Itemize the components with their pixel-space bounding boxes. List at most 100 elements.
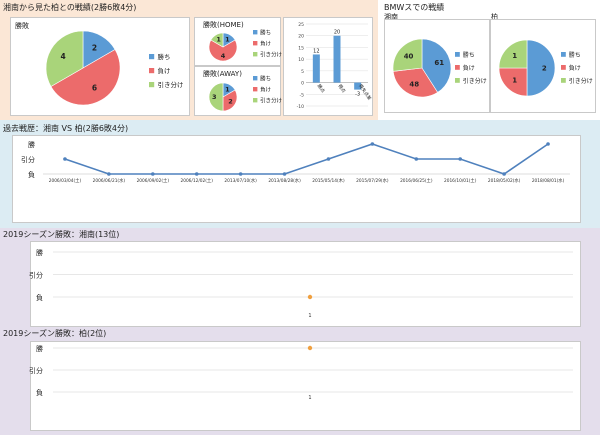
x-tick-label: 2006/03/04(土): [49, 177, 82, 184]
history-point: [282, 172, 287, 176]
x-tick-label: 2013/08/28(水): [268, 177, 301, 184]
bar: [333, 35, 341, 83]
y-level-label: 勝: [28, 140, 35, 149]
bmws-shonan-pie-chart: 61 48 40 勝ち負け引き分け: [392, 38, 487, 98]
season-shonan-title: 2019シーズン勝敗：湘南(13位): [3, 230, 120, 239]
legend-swatch-loss: [253, 41, 258, 46]
history-point: [546, 142, 550, 146]
legend-label-draw: 引き分け: [260, 96, 283, 104]
legend-swatch-loss: [149, 68, 155, 74]
legend-label-draw: 引き分け: [569, 77, 593, 85]
y-level-label: 引分: [21, 155, 35, 164]
legend-label-draw: 引き分け: [157, 80, 183, 89]
legend-swatch-loss: [253, 87, 258, 92]
away-pie-chart: 1 2 3 勝ち負け引き分け: [208, 74, 283, 112]
bmws-kashiwa-box: 2 1 1 勝ち 負け 引き分け: [490, 19, 596, 113]
y-tick-label: 10: [298, 57, 304, 63]
x-tick-label: 2006/06/21(水): [93, 177, 126, 184]
legend-swatch-draw: [253, 98, 258, 103]
pie-data-label: 48: [409, 81, 419, 89]
y-tick-label: 0: [301, 81, 304, 87]
season-kashiwa-box: 勝引分負 1: [29, 341, 581, 431]
legend-swatch-win: [253, 30, 258, 35]
legend-swatch-draw: [455, 78, 460, 83]
y-tick-label: 5: [301, 69, 304, 75]
legend-label-win: 勝ち: [463, 51, 475, 59]
y-level-label: 負: [36, 293, 43, 302]
history-point: [502, 172, 506, 176]
home-pie-box: 勝敗(HOME) 1 4 1 勝ち 負け 引き分け: [194, 17, 283, 66]
x-category-label: 得点: [336, 83, 347, 95]
top-left-title: 湘南から見た柏との戦績(2勝6敗4分): [3, 3, 137, 12]
pie-data-label: 6: [92, 83, 97, 92]
legend-label-win: 勝ち: [569, 51, 581, 59]
top-left-panel: 湘南から見た柏との戦績(2勝6敗4分) 勝敗 2 6 4 勝ち 負け 引き分け 勝敗(HO…: [0, 0, 378, 120]
bar-data-label: -3: [355, 92, 360, 98]
pie-data-label: 2: [542, 64, 547, 72]
history-point: [63, 157, 67, 161]
x-tick-label: 2018/05/02(水): [488, 177, 521, 184]
history-title: 過去戦歴：湘南 VS 柏(2勝6敗4分): [3, 124, 129, 133]
bar: [312, 54, 320, 83]
season-shonan-chart: 勝引分負 1: [29, 248, 573, 319]
legend-swatch-draw: [561, 78, 566, 83]
goals-bar-chart: -10-5051015202512勝点20得点-3得失点差: [297, 22, 374, 110]
pie-data-label: 3: [212, 93, 217, 101]
pie-data-label: 4: [221, 52, 226, 60]
season-point: [307, 294, 313, 300]
x-tick-label: 2018/08/01(水): [532, 177, 565, 184]
history-point: [107, 172, 111, 176]
history-point: [238, 172, 243, 176]
x-tick-label: 2015/07/29(水): [356, 177, 389, 184]
legend-swatch-loss: [455, 65, 460, 70]
y-tick-label: -5: [300, 92, 305, 98]
legend-label-win: 勝ち: [260, 74, 271, 82]
y-tick-label: 20: [298, 34, 304, 40]
bmws-kashiwa-pie-chart: 2 1 1 勝ち負け引き分け: [498, 39, 593, 97]
pie-data-label: 1: [225, 86, 230, 94]
pie-data-label: 2: [228, 97, 233, 105]
y-level-label: 勝: [36, 248, 43, 257]
season-kashiwa-title: 2019シーズン勝敗：柏(2位): [3, 329, 107, 338]
y-level-label: 引分: [29, 366, 43, 375]
legend-label-loss: 負け: [260, 39, 272, 47]
pie-data-label: 1: [512, 52, 517, 60]
history-chart-box: 勝引分負 2006/03/04(土) 2006/06/21(水) 2006/09/02…: [12, 135, 581, 223]
history-point: [458, 157, 463, 161]
y-level-label: 負: [28, 170, 35, 179]
bmws-shonan-box: 61 48 40 勝ち 負け 引き分け: [384, 19, 490, 113]
y-level-label: 勝: [36, 344, 43, 353]
pie-data-label: 1: [512, 77, 517, 85]
legend-label-draw: 引き分け: [463, 77, 487, 85]
legend-swatch-win: [253, 76, 258, 81]
legend-swatch-loss: [561, 65, 566, 70]
x-tick-label: 1: [308, 313, 311, 319]
x-tick-label: 1: [308, 395, 311, 401]
x-tick-label: 2006/09/02(土): [137, 177, 170, 184]
y-level-label: 負: [36, 388, 43, 397]
y-tick-label: -10: [297, 104, 304, 110]
overall-pie-box: 勝敗 2 6 4 勝ち 負け 引き分け: [10, 17, 190, 116]
history-line-chart: 勝引分負 2006/03/04(土) 2006/06/21(水) 2006/09/02…: [21, 140, 570, 184]
legend-label-win: 勝ち: [157, 52, 170, 61]
pie-data-label: 61: [434, 59, 444, 67]
season-panel: 2019シーズン勝敗：湘南(13位) 勝引分負 1 2019シーズン勝敗：柏(2位…: [0, 228, 600, 435]
history-series-line: [64, 143, 549, 175]
legend-swatch-win: [149, 54, 155, 60]
home-pie-chart: 141勝ち負け引き分け: [208, 28, 283, 62]
x-tick-label: 2013/07/10(水): [224, 177, 257, 184]
x-tick-label: 2016/06/25(土): [400, 177, 433, 184]
x-tick-label: 2015/05/14(木): [312, 177, 345, 184]
history-point: [414, 157, 419, 161]
legend-label-loss: 負け: [463, 64, 475, 72]
top-right-panel: BMWスでの戦績 湘南 柏 61 48 40 勝ち 負け 引き分け 2 1 1 勝ち 負け 引き分け: [378, 0, 600, 120]
history-panel: 過去戦歴：湘南 VS 柏(2勝6敗4分) 勝引分負 2006/03/04(土) 20…: [0, 120, 600, 228]
pie-data-label: 1: [225, 36, 230, 44]
season-kashiwa-chart: 勝引分負 1: [29, 344, 573, 401]
y-level-label: 引分: [29, 271, 43, 280]
away-pie-box: 勝敗(AWAY) 1 2 3 勝ち 負け 引き分け: [194, 66, 283, 116]
history-point: [326, 157, 331, 161]
legend-label-loss: 負け: [157, 66, 170, 75]
y-tick-label: 15: [298, 45, 304, 51]
history-point: [370, 142, 375, 146]
